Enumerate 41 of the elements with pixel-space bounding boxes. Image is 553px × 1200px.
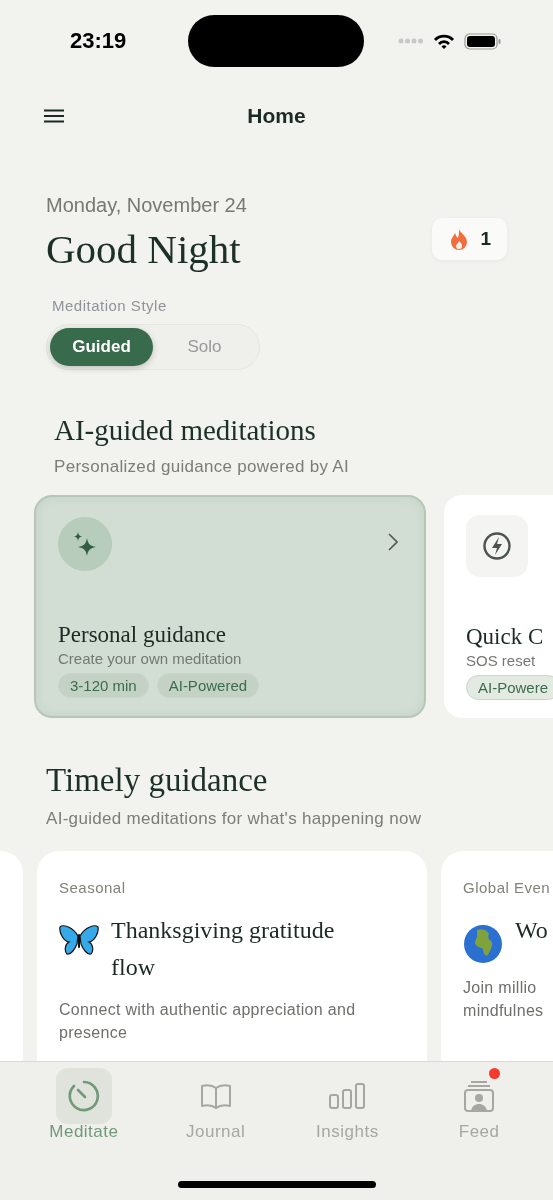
card-title: Thanksgiving gratitude flow bbox=[111, 916, 336, 982]
section-title: Timely guidance bbox=[46, 762, 269, 799]
page-title: Home bbox=[247, 104, 306, 128]
streak-badge[interactable]: 1 bbox=[432, 218, 507, 260]
section-label: Meditation Style bbox=[52, 297, 168, 314]
globe-icon bbox=[463, 924, 503, 964]
timely-card[interactable]: Global Even Wo Join millio mindfulnes bbox=[441, 851, 553, 1061]
style-option[interactable]: Guided bbox=[50, 328, 153, 366]
bar-chart-icon bbox=[329, 1083, 366, 1109]
card-category: Global Even bbox=[463, 879, 552, 896]
profile-card-icon bbox=[463, 1080, 496, 1112]
card-category: Seasonal bbox=[59, 879, 127, 896]
battery-icon bbox=[464, 32, 501, 50]
section-subtitle: AI-guided meditations for what's happening now bbox=[46, 809, 423, 829]
flame-icon bbox=[450, 228, 469, 250]
card-tag: AI-Powere bbox=[466, 675, 553, 700]
card-title: Quick C bbox=[466, 624, 545, 650]
date-text: Monday, November 24 bbox=[46, 194, 247, 217]
book-icon bbox=[199, 1083, 232, 1109]
streak-count: 1 bbox=[480, 228, 491, 250]
chevron-right-icon bbox=[388, 533, 398, 551]
card-tag: AI-Powered bbox=[156, 673, 260, 698]
wifi-icon bbox=[433, 32, 455, 50]
card-description: Create your own meditation bbox=[58, 650, 243, 667]
card-title: Personal guidance bbox=[58, 622, 227, 648]
signal-icon bbox=[398, 38, 424, 44]
section-subtitle: Personalized guidance powered by AI bbox=[54, 457, 350, 477]
timer-icon bbox=[67, 1080, 100, 1112]
section-title: AI-guided meditations bbox=[54, 414, 317, 447]
card-title: Wo bbox=[515, 916, 549, 945]
status-time: 23:19 bbox=[70, 28, 128, 54]
timely-card[interactable]: Seasonal Thanksgiving gratitude flow Connect with authentic appreciation and presence bbox=[37, 851, 427, 1061]
menu-icon[interactable] bbox=[44, 109, 64, 123]
meditation-card[interactable]: Personal guidance Create your own meditation 3-120 min AI-Powered bbox=[34, 495, 426, 718]
lightning-icon bbox=[482, 531, 512, 561]
card-tag: 3-120 min bbox=[58, 673, 149, 698]
card-description: SOS reset bbox=[466, 652, 537, 669]
meditation-card[interactable]: Quick C SOS reset AI-Powere bbox=[444, 495, 553, 718]
card-description: Connect with authentic appreciation and presence bbox=[59, 1000, 357, 1043]
greeting-title: Good Night bbox=[46, 225, 242, 273]
card-description: Join millio mindfulnes bbox=[463, 978, 545, 1021]
